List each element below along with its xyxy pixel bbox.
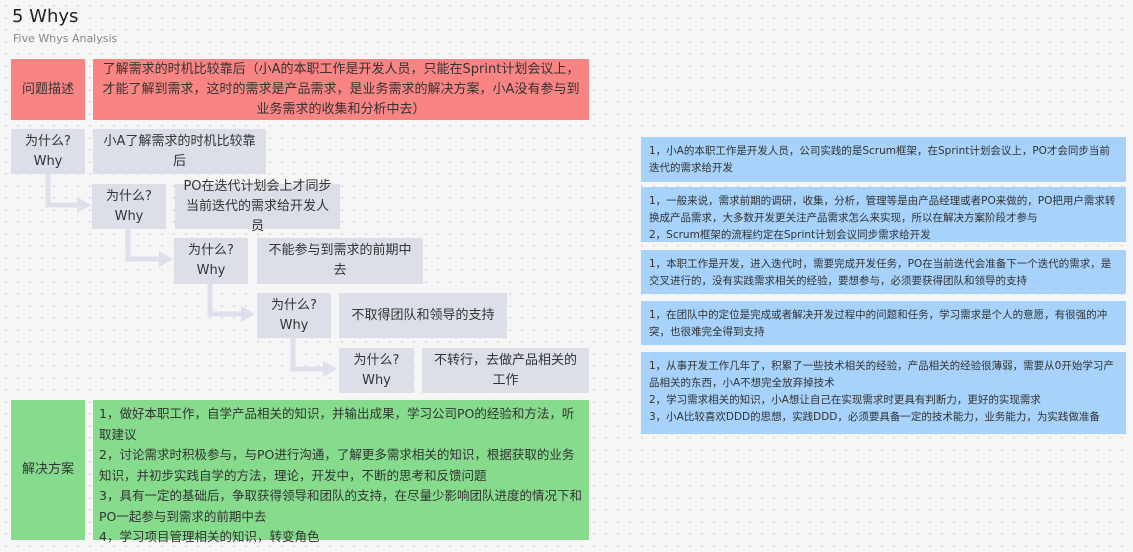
note-4-line-1: 1，在团队中的定位是完成或者解决开发过程中的问题和任务，学习需求是个人的意愿，有… [649,309,1108,338]
note-5-line-2: 2，学习需求相关的知识，小A想让自己在实现需求时更具有判断力，更好的实现需求 [649,394,1041,406]
problem-label: 问题描述 [11,59,85,120]
why-label-en: Why [196,263,226,278]
note-1-line-1: 1，小A的本职工作是开发人员，公司实践的是Scrum框架，在Sprint计划会议… [649,145,1110,174]
why-answer-5: 不转行，去做产品相关的工作 [422,348,589,393]
note-1: 1，小A的本职工作是开发人员，公司实践的是Scrum框架，在Sprint计划会议… [641,137,1126,182]
connector-3 [207,284,242,317]
why-answer-3: 不能参与到需求的前期中去 [257,238,423,284]
solution-item-1: 1，做好本职工作，自学产品相关的知识，并输出成果，学习公司PO的经验和方法，听取… [99,406,575,442]
why-label-en: Why [114,208,144,224]
connector-2 [125,229,160,262]
connector-arrow-3 [241,306,255,322]
note-3-line-1: 1，本职工作是开发，进入迭代时，需要完成开发任务，PO在当前迭代会准备下一个迭代… [649,258,1112,287]
why-label-en: Why [279,317,309,333]
note-2-line-1: 1，一般来说，需求前期的调研，收集，分析，管理等是由产品经理或者PO来做的，PO… [649,195,1116,224]
note-2: 1，一般来说，需求前期的调研，收集，分析，管理等是由产品经理或者PO来做的，PO… [641,187,1126,242]
solution-text: 1，做好本职工作，自学产品相关的知识，并输出成果，学习公司PO的经验和方法，听取… [93,400,589,544]
why-label-cn: 为什么? [188,243,234,258]
problem-text: 了解需求的时机比较靠后（小A的本职工作是开发人员，只能在Sprint计划会议上，… [93,59,589,120]
note-5: 1，从事开发工作几年了，积累了一些技术相关的经验，产品相关的经验很薄弱，需要从0… [641,352,1126,434]
note-2-line-2: 2，Scrum框架的流程约定在Sprint计划会议同步需求给开发 [649,229,931,241]
solution-label: 解决方案 [11,400,85,540]
why-label-cn: 为什么? [353,352,400,368]
note-5-line-1: 1，从事开发工作几年了，积累了一些技术相关的经验，产品相关的经验很薄弱，需要从0… [649,360,1114,389]
why-label-cn: 为什么? [106,188,152,204]
solution-item-4: 4，学习项目管理相关的知识，转变角色 [99,529,320,544]
why-label-4: 为什么? Why [257,293,331,338]
connector-4 [290,338,324,372]
why-answer-4: 不取得团队和领导的支持 [339,293,507,338]
why-label-cn: 为什么? [25,133,71,149]
why-label-en: Why [362,372,391,388]
note-3: 1，本职工作是开发，进入迭代时，需要完成开发任务，PO在当前迭代会准备下一个迭代… [641,250,1126,294]
why-label-3: 为什么? Why [174,238,248,284]
connector-arrow-1 [77,197,91,213]
why-label-5: 为什么? Why [339,348,414,393]
why-label-2: 为什么? Why [92,184,166,229]
solution-item-3: 3，具有一定的基础后，争取获得领导和团队的支持，在尽量少影响团队进度的情况下和P… [99,488,582,524]
connector-arrow-2 [159,251,173,267]
note-4: 1，在团队中的定位是完成或者解决开发过程中的问题和任务，学习需求是个人的意愿，有… [641,301,1126,345]
why-answer-1: 小A了解需求的时机比较靠后 [93,129,266,174]
why-label-cn: 为什么? [271,297,317,313]
connector-arrow-4 [323,361,337,377]
why-label-1: 为什么? Why [11,129,85,174]
why-label-en: Why [33,153,63,169]
note-5-line-3: 3，小A比较喜欢DDD的思想，实践DDD，必须要具备一定的技术能力，业务能力，为… [649,411,1100,423]
why-answer-2: PO在迭代计划会上才同步当前迭代的需求给开发人员 [175,179,340,234]
solution-item-2: 2，讨论需求时积极参与，与PO进行沟通，了解更多需求相关的知识，根据获取的业务知… [99,447,575,483]
connector-1 [45,174,78,208]
